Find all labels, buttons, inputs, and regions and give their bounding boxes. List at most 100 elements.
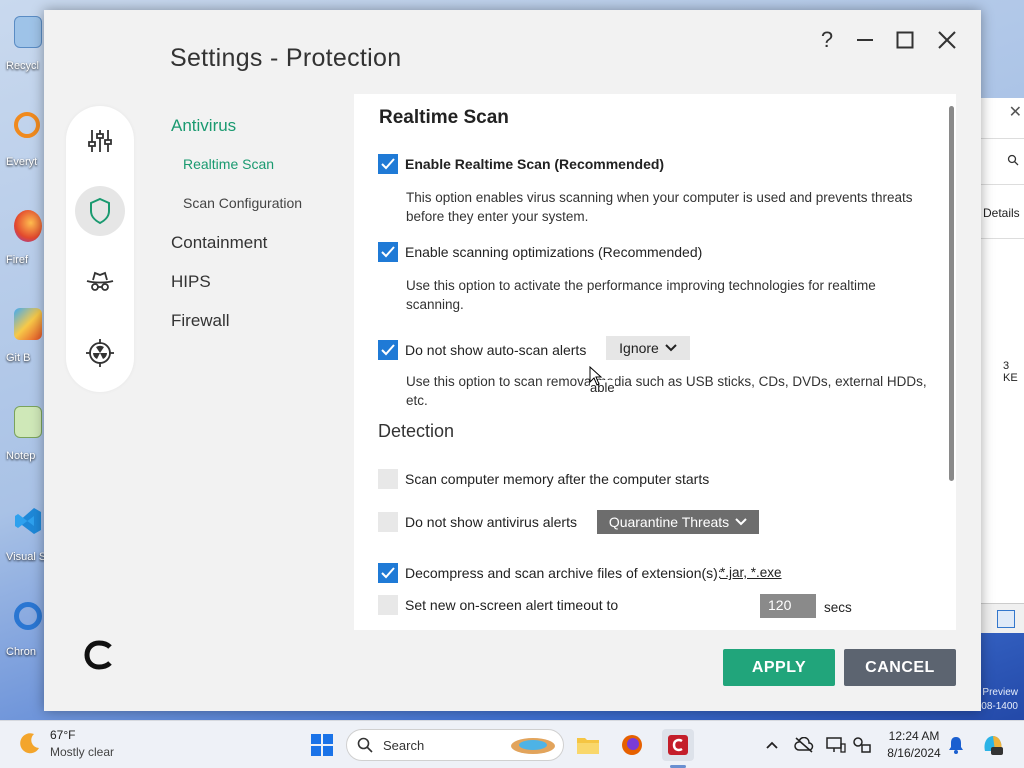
git-bash-icon [14,308,42,340]
checkmark-icon [381,344,395,356]
option-description: This option enables virus scanning when … [406,190,913,224]
file-explorer-button[interactable] [572,729,604,761]
comodo-taskbar-button[interactable] [662,729,694,761]
chevron-up-icon [766,741,778,749]
minimize-button[interactable] [848,26,882,54]
option-alert-timeout[interactable]: Set new on-screen alert timeout to [378,594,618,616]
desktop-icon-label: Recycl [6,60,40,72]
help-button[interactable]: ? [810,26,844,54]
checkbox-unchecked[interactable] [378,595,398,615]
weather-temperature[interactable]: 67°F [50,728,75,742]
checkbox-unchecked[interactable] [378,512,398,532]
recycle-bin-icon [14,16,42,48]
notifications-button[interactable] [946,735,966,755]
option-no-antivirus-alerts[interactable]: Do not show antivirus alerts [378,511,577,533]
cancel-button[interactable]: CANCEL [844,649,956,686]
alert-timeout-input[interactable]: 120 [760,594,816,618]
panel-scrollbar[interactable] [949,106,954,481]
help-icon: ? [820,27,834,52]
spy-hat-icon [86,271,114,291]
maximize-button[interactable] [888,26,922,54]
realtime-scan-panel: Realtime Scan Enable Realtime Scan (Reco… [354,94,956,630]
checkmark-icon [381,567,395,579]
nav-containment[interactable] [75,256,125,306]
menu-antivirus[interactable]: Antivirus [171,116,236,136]
monitor-icon [826,737,846,753]
search-placeholder: Search [383,737,425,753]
option-auto-scan-alerts[interactable]: Do not show auto-scan alerts [378,339,586,361]
clock-time[interactable]: 12:24 AM [884,729,944,743]
menu-scan-configuration[interactable]: Scan Configuration [183,195,302,211]
desktop-icon-chrome[interactable]: Chron [0,596,44,676]
panel-title: Realtime Scan [379,107,509,128]
desktop-icon-notepad[interactable]: Notep [0,400,44,480]
option-scan-memory[interactable]: Scan computer memory after the computer … [378,468,709,490]
bell-icon [949,737,963,754]
notepad-icon [14,406,42,438]
divider [981,138,1024,139]
display-button[interactable] [826,735,846,755]
menu-realtime-scan[interactable]: Realtime Scan [183,156,274,172]
taskbar-search[interactable]: Search [346,729,564,761]
nav-protection[interactable] [75,186,125,236]
details-button[interactable]: Details [983,206,1020,220]
network-icon [853,737,871,753]
search-icon [357,737,373,753]
copilot-button[interactable] [980,732,1006,758]
checkbox-checked[interactable] [378,242,398,262]
close-icon[interactable]: ✕ [1009,102,1022,122]
firefox-icon [14,210,42,242]
firefox-button[interactable] [616,729,648,761]
tray-overflow-button[interactable] [762,735,782,755]
archive-extensions-link[interactable]: *.jar, *.exe [720,565,782,580]
desktop-icon-firefox[interactable]: Firef [0,204,44,284]
divider [981,184,1024,185]
sliders-icon [88,130,112,152]
cloud-offline-icon [794,737,814,753]
checkmark-icon [381,246,395,258]
dropdown-value: Quarantine Threats [608,514,730,530]
option-scanning-optimizations[interactable]: Enable scanning optimizations (Recommend… [378,241,702,263]
timeout-unit: secs [824,600,852,615]
checkbox-checked[interactable] [378,563,398,583]
close-button[interactable] [930,26,964,54]
apply-button[interactable]: APPLY [723,649,835,686]
menu-containment[interactable]: Containment [171,233,267,253]
desktop-icons: Recycl Everyt Firef Git B Notep Visual S… [0,0,69,720]
search-highlight-icon [511,738,555,754]
option-description: Use this option to activate the performa… [406,278,876,312]
desktop-icon-label: Chron [6,646,36,658]
desktop-icon-recycle-bin[interactable]: Recycl [0,10,44,90]
onedrive-button[interactable] [794,735,814,755]
firefox-icon [622,735,642,755]
start-button[interactable] [306,729,338,761]
auto-scan-alert-dropdown[interactable]: Ignore [606,336,690,360]
option-decompress-archives[interactable]: Decompress and scan archive files of ext… [378,562,722,584]
chrome-icon [14,602,42,630]
detection-heading: Detection [378,421,455,441]
desktop-icon-everything[interactable]: Everyt [0,106,44,186]
option-enable-realtime-scan[interactable]: Enable Realtime Scan (Recommended) [378,153,664,175]
desktop-icon-label: Firef [6,254,28,266]
mouse-cursor-icon [589,366,603,386]
menu-firewall[interactable]: Firewall [171,311,230,331]
search-icon[interactable] [1007,154,1019,169]
option-label: Do not show antivirus alerts [405,514,577,530]
clock-date[interactable]: 8/16/2024 [884,746,944,760]
nav-general-settings[interactable] [75,116,125,166]
antivirus-alert-action-dropdown[interactable]: Quarantine Threats [597,510,759,534]
network-button[interactable] [852,735,872,755]
checkbox-unchecked[interactable] [378,469,398,489]
weather-description[interactable]: Mostly clear [50,745,114,759]
minimize-icon [857,39,873,41]
menu-hips[interactable]: HIPS [171,272,211,292]
option-label: Do not show auto-scan alerts [405,342,587,358]
details-view-icon[interactable] [997,610,1015,628]
desktop-icon-vscode[interactable]: Visual S Coo [0,500,69,580]
comodo-app-icon [668,735,688,755]
nav-advanced-protection[interactable] [75,328,125,378]
moon-weather-icon[interactable] [18,731,42,755]
checkbox-checked[interactable] [378,154,398,174]
checkbox-checked[interactable] [378,340,398,360]
desktop-icon-git-bash[interactable]: Git B [0,302,44,382]
